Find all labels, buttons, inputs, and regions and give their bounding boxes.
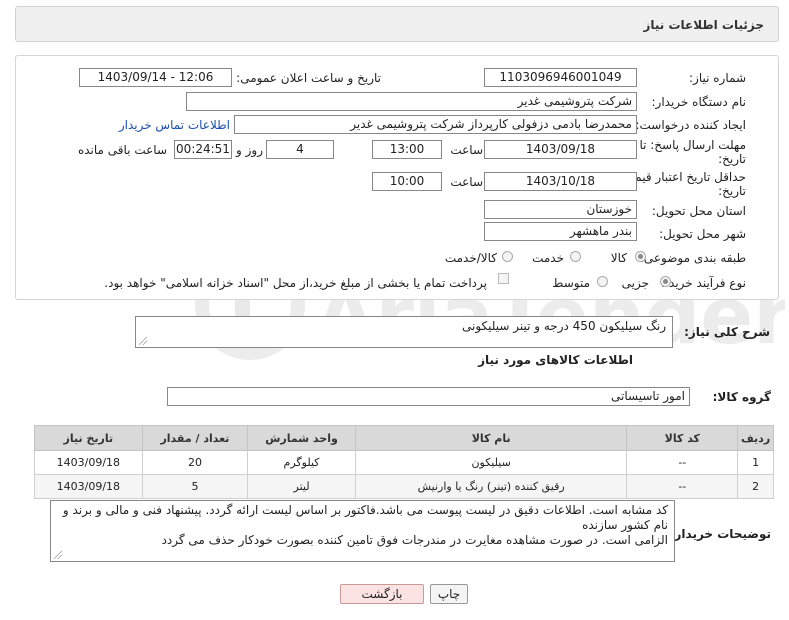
province-label: استان محل تحویل: xyxy=(651,204,746,218)
process-radio-minor[interactable] xyxy=(660,276,671,287)
creator-field[interactable]: محمدرضا بادمی دزفولی کارپرداز شرکت پتروش… xyxy=(234,115,637,134)
days-label: روز و xyxy=(236,143,263,157)
city-field[interactable]: بندر ماهشهر xyxy=(484,222,637,241)
process-option-medium: متوسط xyxy=(552,276,590,290)
treasury-payment-note: پرداخت تمام یا بخشی از مبلغ خرید،از محل … xyxy=(104,276,487,290)
process-type-label: نوع فرآیند خرید : xyxy=(661,276,746,290)
deadline-time-label: ساعت xyxy=(450,143,483,157)
buyer-org-field[interactable]: شرکت پتروشیمی غدیر xyxy=(186,92,637,111)
col-unit: واحد شمارش xyxy=(247,425,356,451)
back-button[interactable]: بازگشت xyxy=(340,584,424,604)
deadline-date-field[interactable]: 1403/09/18 xyxy=(484,140,637,159)
buyer-notes-field[interactable]: کد مشابه است. اطلاعات دقیق در لیست پیوست… xyxy=(50,500,675,562)
col-row-number: ردیف xyxy=(737,425,774,451)
col-item-name: نام کالا xyxy=(354,425,628,451)
cell-unit: لیتر xyxy=(247,474,356,499)
cell-item-code: -- xyxy=(626,450,739,475)
announce-date-label: تاریخ و ساعت اعلان عمومی: xyxy=(236,71,381,85)
cell-quantity: 20 xyxy=(141,450,249,475)
cell-item-name: رقیق کننده (تینر) رنگ یا وارنیش xyxy=(354,474,628,499)
category-option-service: خدمت xyxy=(532,251,564,265)
process-option-minor: جزیی xyxy=(621,276,649,290)
category-radio-goods[interactable] xyxy=(635,251,646,262)
cell-item-code: -- xyxy=(626,474,739,499)
need-description-label: شرح کلی نیاز: xyxy=(684,325,770,339)
goods-section-title: اطلاعات کالاهای مورد نیاز xyxy=(478,353,633,367)
need-number-field[interactable]: 1103096946001049 xyxy=(484,68,637,87)
time-remaining-field[interactable]: 00:24:51 xyxy=(174,140,232,159)
resize-grip-icon[interactable] xyxy=(54,551,62,559)
col-item-code: کد کالا xyxy=(626,425,739,451)
deadline-label-date: تاریخ: xyxy=(718,152,746,166)
announce-date-field[interactable]: 1403/09/14 - 12:06 xyxy=(79,68,232,87)
process-radio-medium[interactable] xyxy=(597,276,608,287)
city-label: شهر محل تحویل: xyxy=(659,227,746,241)
cell-row-number: 1 xyxy=(737,450,774,475)
category-label: طبقه بندی موضوعی: xyxy=(639,251,746,265)
buyer-notes-line-3: الزامی است. در صورت مشاهده مغایرت در مند… xyxy=(161,533,668,547)
validity-date-field[interactable]: 1403/10/18 xyxy=(484,172,637,191)
category-radio-goods-service[interactable] xyxy=(502,251,513,262)
validity-time-label: ساعت xyxy=(450,175,483,189)
category-option-goods-service: کالا/خدمت xyxy=(444,251,497,265)
buyer-org-label: نام دستگاه خریدار: xyxy=(651,95,747,109)
deadline-label: مهلت ارسال پاسخ: تا xyxy=(639,138,746,152)
cell-need-date: 1403/09/18 xyxy=(34,450,143,475)
validity-time-field[interactable]: 10:00 xyxy=(372,172,442,191)
resize-grip-icon[interactable] xyxy=(139,337,147,345)
cell-item-name: سیلیکون xyxy=(354,450,628,475)
goods-table: ردیف کد کالا نام کالا واحد شمارش تعداد /… xyxy=(34,425,774,499)
buyer-notes-line-1: کد مشابه است. اطلاعات دقیق در لیست پیوست… xyxy=(62,503,668,517)
goods-group-field[interactable]: امور تاسیساتی xyxy=(167,387,690,406)
validity-label-date: تاریخ: xyxy=(718,184,746,198)
cell-need-date: 1403/09/18 xyxy=(34,474,143,499)
panel-title: جزئیات اطلاعات نیاز xyxy=(643,18,764,32)
category-radio-service[interactable] xyxy=(570,251,581,262)
province-field[interactable]: خوزستان xyxy=(484,200,637,219)
panel-header: جزئیات اطلاعات نیاز xyxy=(15,6,779,42)
buyer-notes-label: توضیحات خریدار: xyxy=(669,527,771,541)
table-row: 2 -- رقیق کننده (تینر) رنگ یا وارنیش لیت… xyxy=(34,474,774,499)
col-need-date: تاریخ نیاز xyxy=(34,425,143,451)
days-remaining-field[interactable]: 4 xyxy=(266,140,334,159)
category-option-goods: کالا xyxy=(610,251,627,265)
need-description-field[interactable]: رنگ سیلیکون 450 درجه و تینر سیلیکونی xyxy=(135,316,673,348)
cell-quantity: 5 xyxy=(141,474,249,499)
deadline-time-field[interactable]: 13:00 xyxy=(372,140,442,159)
need-number-label: شماره نیاز: xyxy=(689,71,746,85)
goods-table-header: ردیف کد کالا نام کالا واحد شمارش تعداد /… xyxy=(34,425,774,451)
cell-unit: کیلوگرم xyxy=(247,450,356,475)
buyer-notes-line-2: نام کشور سازنده xyxy=(582,518,668,532)
time-remaining-label: ساعت باقی مانده xyxy=(77,143,167,157)
col-quantity: تعداد / مقدار xyxy=(141,425,249,451)
print-button[interactable]: چاپ xyxy=(430,584,468,604)
need-description-text: رنگ سیلیکون 450 درجه و تینر سیلیکونی xyxy=(461,319,666,333)
goods-group-label: گروه کالا: xyxy=(712,390,771,404)
cell-row-number: 2 xyxy=(737,474,774,499)
treasury-payment-checkbox[interactable] xyxy=(498,273,509,284)
table-row: 1 -- سیلیکون کیلوگرم 20 1403/09/18 xyxy=(34,450,774,475)
creator-label: ایجاد کننده درخواست: xyxy=(635,118,746,132)
buyer-contact-link[interactable]: اطلاعات تماس خریدار xyxy=(119,118,230,132)
